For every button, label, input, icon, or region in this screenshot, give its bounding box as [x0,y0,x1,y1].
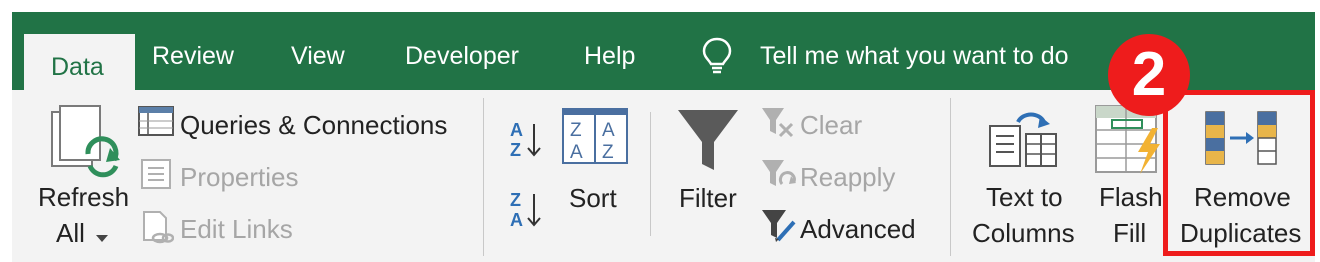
queries-connections-button[interactable]: Queries & Connections [180,110,447,141]
svg-text:Z: Z [510,140,521,160]
tell-me-search[interactable]: Tell me what you want to do [760,42,1069,71]
queries-connections-icon [138,106,174,141]
svg-text:A: A [602,120,615,141]
flash-fill-button[interactable]: Flash [1099,182,1163,213]
advanced-button[interactable]: Advanced [800,214,916,245]
chevron-down-icon[interactable] [96,230,108,248]
filter-button[interactable]: Filter [679,183,737,214]
text-to-columns-button[interactable]: Text to [986,182,1063,213]
sort-icon: Z A A Z [562,108,628,169]
sort-z-to-a-icon[interactable]: Z A [508,188,542,235]
clear-filter-icon [760,106,796,145]
tab-data-label: Data [51,53,104,81]
filter-funnel-icon [676,108,740,177]
svg-text:A: A [570,142,583,163]
properties-icon [140,158,172,195]
tab-view[interactable]: View [291,42,345,71]
reapply-icon [760,158,798,197]
tab-developer[interactable]: Developer [405,42,519,71]
refresh-all-label-2[interactable]: All [56,218,85,249]
reapply-button[interactable]: Reapply [800,162,895,193]
tab-help[interactable]: Help [584,42,635,71]
svg-text:A: A [510,120,523,140]
refresh-all-icon [50,104,122,187]
lightbulb-icon[interactable] [700,36,734,81]
group-separator [650,112,651,236]
flash-fill-label-2[interactable]: Fill [1113,218,1146,249]
highlight-box [1163,90,1315,256]
tab-review[interactable]: Review [152,42,234,71]
text-to-columns-icon [988,104,1060,175]
properties-button[interactable]: Properties [180,162,299,193]
group-separator [483,98,484,256]
text-to-columns-label-2[interactable]: Columns [972,218,1075,249]
sort-button[interactable]: Sort [569,183,617,214]
svg-text:A: A [510,210,523,230]
refresh-all-button[interactable]: Refresh [38,182,129,213]
svg-text:Z: Z [602,142,614,163]
advanced-filter-icon [760,208,798,249]
svg-text:Z: Z [510,190,521,210]
svg-text:Z: Z [570,120,582,141]
edit-links-icon [140,210,175,251]
edit-links-button[interactable]: Edit Links [180,214,293,245]
group-separator [950,98,951,256]
step-badge: 2 [1108,34,1190,116]
clear-button[interactable]: Clear [800,110,862,141]
sort-a-to-z-icon[interactable]: A Z [508,118,542,165]
